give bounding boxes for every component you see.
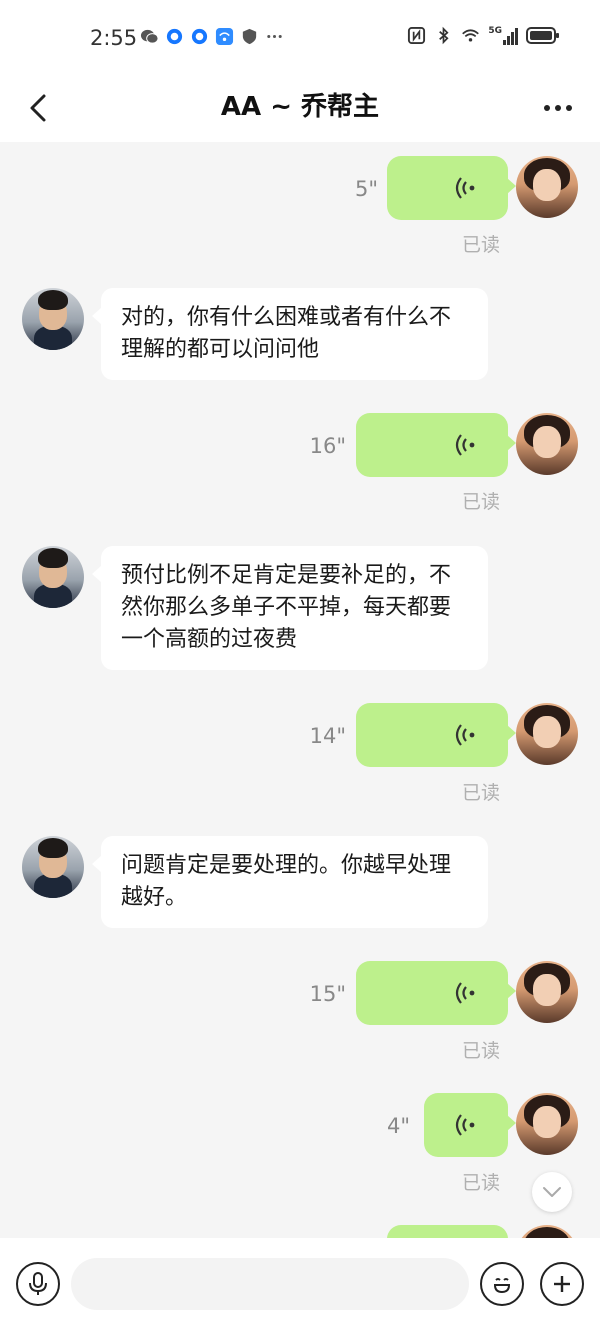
chevron-down-icon	[543, 1187, 561, 1197]
voice-wave-icon	[455, 434, 475, 456]
my-avatar[interactable]	[516, 413, 578, 475]
browser-icon	[166, 28, 183, 45]
microphone-icon	[29, 1272, 47, 1295]
voice-duration: 4"	[386, 1114, 410, 1138]
read-status: 已读	[461, 1172, 500, 1194]
read-status: 已读	[461, 234, 500, 256]
voice-duration: 14"	[309, 724, 346, 748]
network-label: 5G	[488, 26, 502, 36]
my-avatar[interactable]	[516, 961, 578, 1023]
status-time: 2:55	[90, 26, 138, 50]
emoji-button[interactable]	[480, 1262, 524, 1306]
signal-5g-icon: 5G	[488, 26, 518, 45]
battery-icon	[526, 27, 559, 44]
more-dots-icon	[544, 105, 550, 111]
scroll-to-bottom-button[interactable]	[532, 1172, 572, 1212]
text-message-bubble[interactable]: 问题肯定是要处理的。你越早处理越好。	[92, 836, 488, 928]
my-avatar[interactable]	[516, 156, 578, 218]
more-functions-button[interactable]	[540, 1262, 584, 1306]
voice-message-bubble[interactable]	[356, 703, 516, 767]
voice-message-bubble[interactable]	[387, 156, 516, 220]
wechat-icon	[140, 29, 159, 44]
read-status: 已读	[461, 782, 500, 804]
voice-wave-icon	[455, 177, 475, 199]
read-status: 已读	[461, 491, 500, 513]
voice-wave-icon	[455, 1114, 475, 1136]
message-input[interactable]	[71, 1258, 469, 1310]
voice-message-bubble[interactable]	[387, 1225, 508, 1238]
voice-input-button[interactable]	[16, 1262, 60, 1306]
chat-header: AA ~ 乔帮主	[0, 76, 600, 142]
voice-wave-icon	[455, 724, 475, 746]
plus-icon	[554, 1276, 570, 1292]
system-icons: 5G	[407, 26, 560, 45]
more-dots-icon	[267, 34, 282, 39]
text-message-bubble[interactable]: 预付比例不足肯定是要补足的，不然你那么多单子不平掉，每天都要一个高额的过夜费	[92, 546, 488, 670]
chat-title: AA ~ 乔帮主	[220, 92, 380, 122]
my-avatar[interactable]	[516, 1225, 578, 1238]
message-list[interactable]: 5" 已读 对的，你有什么困难或者有什么不理解的都可以问问他 16" 已读 预付…	[0, 142, 600, 1238]
voice-message-bubble[interactable]	[356, 413, 516, 477]
text-message-bubble[interactable]: 对的，你有什么困难或者有什么不理解的都可以问问他	[92, 288, 488, 380]
wifi-icon	[462, 29, 480, 42]
voice-duration: 5"	[354, 177, 378, 201]
voice-duration: 16"	[309, 434, 346, 458]
my-avatar[interactable]	[516, 703, 578, 765]
voice-message-bubble[interactable]	[356, 961, 516, 1025]
browser-icon	[191, 28, 208, 45]
voice-wave-icon	[455, 982, 475, 1004]
voice-duration: 15"	[309, 982, 346, 1006]
contact-avatar[interactable]	[22, 546, 84, 608]
notification-icons	[140, 27, 284, 46]
contact-avatar[interactable]	[22, 288, 84, 350]
shield-icon	[242, 28, 257, 45]
my-avatar[interactable]	[516, 1093, 578, 1155]
bluetooth-icon	[439, 26, 449, 45]
input-bar	[0, 1238, 600, 1333]
more-options-button[interactable]	[538, 90, 578, 126]
voice-message-bubble[interactable]	[424, 1093, 516, 1157]
status-bar: 2:55 5G	[0, 0, 600, 76]
emoji-icon	[493, 1278, 511, 1294]
nfc-icon	[408, 26, 426, 45]
wifi-app-icon	[215, 27, 234, 46]
contact-avatar[interactable]	[22, 836, 84, 898]
read-status: 已读	[461, 1040, 500, 1062]
